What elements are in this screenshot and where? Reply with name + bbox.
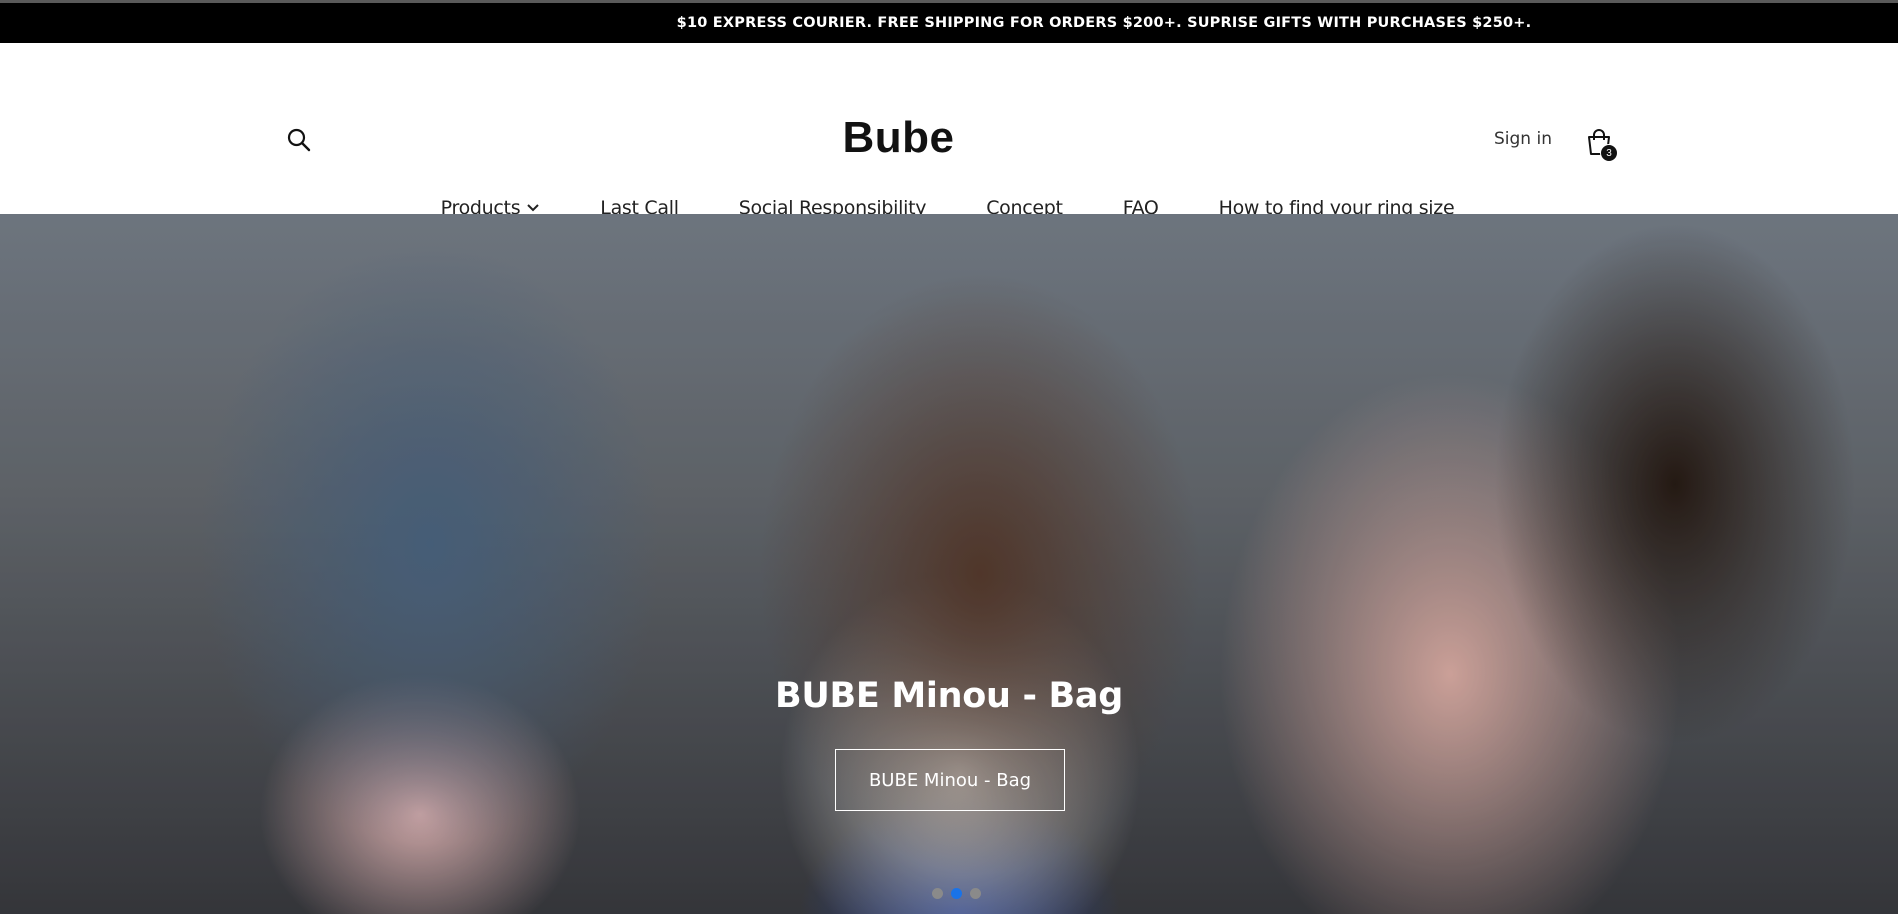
slider-dot-2[interactable] bbox=[951, 888, 962, 899]
sign-in-link[interactable]: Sign in bbox=[1494, 129, 1552, 149]
slider-dot-1[interactable] bbox=[932, 888, 943, 899]
announcement-bar: $10 EXPRESS COURIER. FREE SHIPPING FOR O… bbox=[0, 3, 1898, 43]
slider-dot-3[interactable] bbox=[970, 888, 981, 899]
hero-banner: BUBE Minou - Bag BUBE Minou - Bag bbox=[0, 214, 1898, 914]
announcement-text: $10 EXPRESS COURIER. FREE SHIPPING FOR O… bbox=[676, 15, 1532, 31]
cart-count-badge: 3 bbox=[1600, 144, 1618, 162]
chevron-down-icon bbox=[527, 204, 540, 212]
slider-dots bbox=[932, 888, 981, 899]
site-header: Bube Sign in 3 Products Last Call Social… bbox=[0, 43, 1898, 219]
hero-title: BUBE Minou - Bag bbox=[774, 676, 1124, 716]
hero-cta-button[interactable]: BUBE Minou - Bag bbox=[835, 749, 1065, 811]
cart-button[interactable]: 3 bbox=[1584, 127, 1620, 163]
